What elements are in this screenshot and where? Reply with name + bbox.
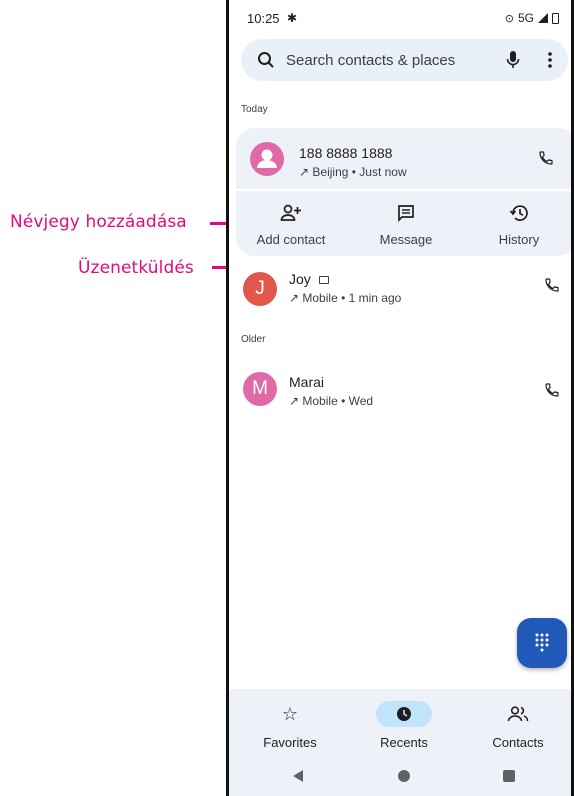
recent-apps-icon[interactable] [503,770,515,782]
message-label: Message [379,232,433,247]
outgoing-arrow-icon: ↗ [289,291,303,305]
selected-indicator [376,701,432,727]
call-detail: ↗ Beijing • Just now [299,165,407,179]
history-button[interactable]: History [464,202,571,247]
list-item[interactable]: M Marai ↗ Mobile • Wed [229,360,571,416]
avatar: J [243,272,277,306]
system-navigation-bar [229,757,571,796]
phone-icon[interactable] [544,382,560,403]
status-time: 10:25 [247,11,280,26]
battery-icon [552,12,559,24]
more-options-icon[interactable] [548,51,552,74]
dialpad-button[interactable] [517,618,567,668]
outgoing-arrow-icon: ↗ [289,394,303,408]
outgoing-arrow-icon: ↗ [299,165,313,179]
bottom-navigation: ☆ Favorites Recents Contacts [229,689,571,757]
avatar: M [243,372,277,406]
contact-name: Marai [289,374,325,390]
people-icon [507,706,529,722]
section-today: Today [241,104,268,115]
call-detail: ↗ Mobile • 1 min ago [289,291,402,305]
phone-screen: 10:25 ✱ ⊙ 5G Search contacts & places To… [226,0,574,796]
avatar [250,142,284,176]
add-contact-label: Add contact [256,232,326,247]
expanded-call-card[interactable]: 188 8888 1888 ↗ Beijing • Just now Add c… [236,128,571,256]
section-older: Older [241,334,266,345]
status-bar: 10:25 ✱ ⊙ 5G [229,0,571,34]
history-icon [464,202,571,224]
list-item[interactable]: J Joy ↗ Mobile • 1 min ago [229,262,571,318]
star-icon: ☆ [281,703,299,724]
signal-icon [538,13,548,23]
call-detail: ↗ Mobile • Wed [289,394,374,408]
message-icon [351,202,461,224]
clock-icon [397,707,411,721]
tab-label: Recents [380,735,428,750]
dialpad-icon [535,633,549,652]
home-icon[interactable] [398,770,410,782]
call-number: 188 8888 1888 [299,145,393,161]
add-contact-callout: Névjegy hozzáadása [10,212,187,232]
back-icon[interactable] [293,770,303,782]
add-person-icon [236,202,346,224]
tab-contacts[interactable]: Contacts [473,701,563,750]
message-button[interactable]: Message [351,202,461,247]
phone-icon[interactable] [538,150,554,171]
tab-favorites[interactable]: ☆ Favorites [245,701,335,751]
tab-recents[interactable]: Recents [359,701,449,750]
message-callout: Üzenetküldés [78,258,194,278]
location-icon: ⊙ [504,12,514,25]
contact-name: Joy [289,271,329,287]
network-type: 5G [517,11,534,25]
tab-label: Contacts [492,735,544,750]
card-divider [236,189,571,191]
tab-label: Favorites [263,735,317,750]
status-icons: ⊙ 5G [505,11,559,25]
settings-icon: ✱ [287,11,298,25]
search-icon [257,51,275,74]
add-contact-button[interactable]: Add contact [236,202,346,247]
history-label: History [498,232,540,247]
phone-icon[interactable] [544,277,560,298]
search-input[interactable]: Search contacts & places [286,52,455,69]
search-bar[interactable]: Search contacts & places [241,39,568,81]
sim-icon [318,276,329,284]
mic-icon[interactable] [506,50,520,75]
